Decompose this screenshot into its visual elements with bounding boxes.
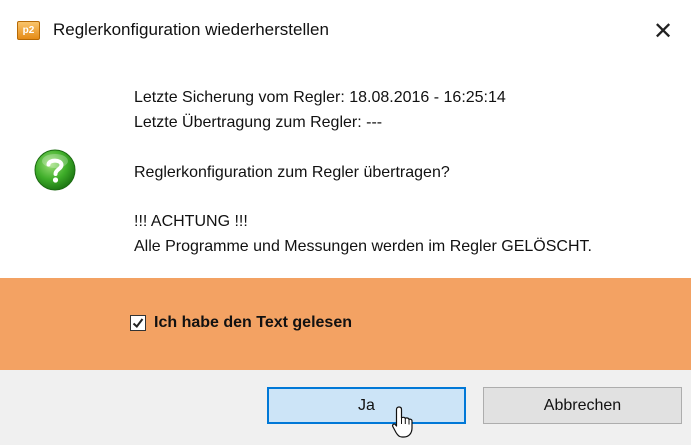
checkmark-icon [132, 318, 144, 328]
read-confirmation-checkbox-group[interactable]: Ich habe den Text gelesen [130, 314, 352, 332]
read-confirmation-label[interactable]: Ich habe den Text gelesen [154, 314, 352, 332]
title-bar: p2 Reglerkonfiguration wiederherstellen … [0, 0, 691, 62]
p2-app-icon: p2 [17, 21, 40, 40]
last-transfer-text: Letzte Übertragung zum Regler: --- [134, 114, 383, 131]
last-backup-text: Letzte Sicherung vom Regler: 18.08.2016 … [134, 89, 506, 106]
mouse-cursor-icon [391, 406, 413, 438]
cancel-button[interactable]: Abbrechen [483, 387, 682, 424]
question-text: Reglerkonfiguration zum Regler übertrage… [134, 164, 450, 181]
read-confirmation-checkbox[interactable] [130, 315, 146, 331]
warning-text: Alle Programme und Messungen werden im R… [134, 238, 592, 255]
window-title: Reglerkonfiguration wiederherstellen [53, 20, 329, 39]
close-button[interactable]: ✕ [640, 11, 686, 51]
yes-button[interactable]: Ja [267, 387, 466, 424]
close-icon: ✕ [652, 17, 674, 45]
question-icon [34, 149, 76, 191]
warning-heading: !!! ACHTUNG !!! [134, 213, 248, 230]
